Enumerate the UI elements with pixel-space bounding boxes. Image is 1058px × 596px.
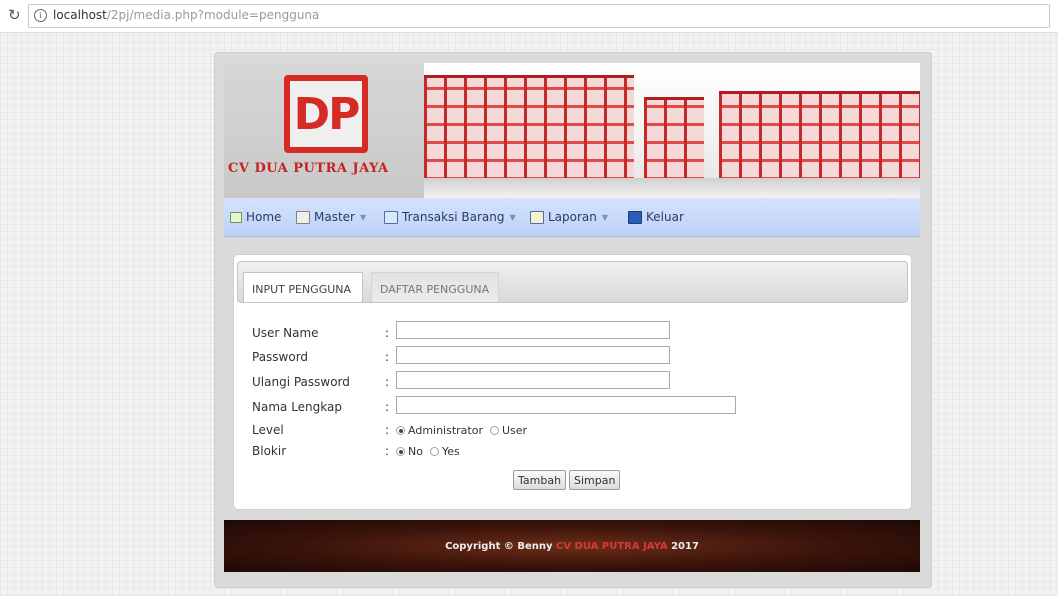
logo-area: DP CV DUA PUTRA JAYA [224,63,424,198]
colon: : [385,326,390,340]
chevron-down-icon: ▼ [601,212,609,222]
level-user-radio[interactable] [490,426,499,435]
report-icon [530,210,544,224]
level-admin-label: Administrator [408,424,483,437]
browser-address-bar: ↻ i localhost/2pj/media.php?module=pengg… [0,0,1058,33]
colon: : [385,423,390,437]
url-host: localhost [53,8,107,22]
repeat-password-label: Ulangi Password [252,375,350,389]
chevron-down-icon: ▼ [359,212,367,222]
warehouse-rack-image [719,91,920,180]
nav-item-master[interactable]: Master ▼ [296,208,366,226]
blokir-radio-group: No Yes [396,445,460,458]
tab-strip: INPUT PENGGUNA DAFTAR PENGGUNA [237,261,908,303]
copyright-brand: CV DUA PUTRA JAYA [555,540,668,552]
copyright-text: Copyright © Benny CV DUA PUTRA JAYA 2017 [445,541,699,552]
master-icon [296,210,310,224]
warehouse-floor [424,178,920,198]
info-icon[interactable]: i [34,9,47,22]
tambah-button[interactable]: Tambah [513,470,567,490]
reload-icon[interactable]: ↻ [8,6,21,24]
tab-input-pengguna[interactable]: INPUT PENGGUNA [243,272,363,302]
footer: Copyright © Benny CV DUA PUTRA JAYA 2017 [224,520,920,572]
url-path: /2pj/media.php?module=pengguna [106,8,320,22]
nav-label-keluar: Keluar [646,210,684,224]
nav-label-home: Home [246,210,282,224]
colon: : [385,400,390,414]
level-admin-radio[interactable] [396,426,405,435]
blokir-no-radio[interactable] [396,447,405,456]
header-banner: DP CV DUA PUTRA JAYA [224,63,920,198]
content-panel: INPUT PENGGUNA DAFTAR PENGGUNA User Name… [233,254,912,510]
blokir-yes-radio[interactable] [429,447,439,456]
nav-item-home[interactable]: Home [230,208,281,226]
blokir-yes-label: Yes [441,445,460,458]
simpan-button[interactable]: Simpan [569,470,621,490]
nav-label-laporan: Laporan [548,210,597,224]
username-label: User Name [252,326,319,340]
blokir-label: Blokir [252,444,287,458]
colon: : [385,375,390,389]
fullname-field[interactable] [396,396,736,414]
copyright-year: 2017 [671,540,699,552]
warehouse-rack-image [644,97,704,180]
chevron-down-icon: ▼ [509,212,516,222]
username-field[interactable] [396,321,670,339]
url-text: localhost/2pj/media.php?module=pengguna [53,8,319,22]
nav-label-master: Master [314,210,355,224]
repeat-password-field[interactable] [396,371,670,389]
nav-item-laporan[interactable]: Laporan ▼ [530,208,608,226]
nav-label-transaksi: Transaksi Barang [402,210,505,224]
main-nav: Home Master ▼ Transaksi Barang ▼ Laporan… [224,198,920,237]
fullname-label: Nama Lengkap [252,400,342,414]
company-name: CV DUA PUTRA JAYA [228,161,389,176]
copyright-prefix: Copyright © Benny [445,540,553,552]
password-label: Password [252,350,309,364]
colon: : [385,444,390,458]
logout-icon [628,210,642,224]
nav-item-transaksi[interactable]: Transaksi Barang ▼ [384,208,516,226]
level-user-label: User [502,424,528,437]
level-radio-group: Administrator User [396,424,527,437]
blokir-no-label: No [408,445,423,458]
colon: : [385,350,390,364]
level-label: Level [252,423,284,437]
transaction-icon [384,210,398,224]
warehouse-rack-image [424,75,634,180]
home-icon [230,211,242,223]
password-field[interactable] [396,346,670,364]
url-field[interactable]: i localhost/2pj/media.php?module=penggun… [28,4,1050,28]
logo-mark: DP [284,75,368,153]
nav-item-keluar[interactable]: Keluar [628,208,684,226]
tab-daftar-pengguna[interactable]: DAFTAR PENGGUNA [371,272,499,302]
